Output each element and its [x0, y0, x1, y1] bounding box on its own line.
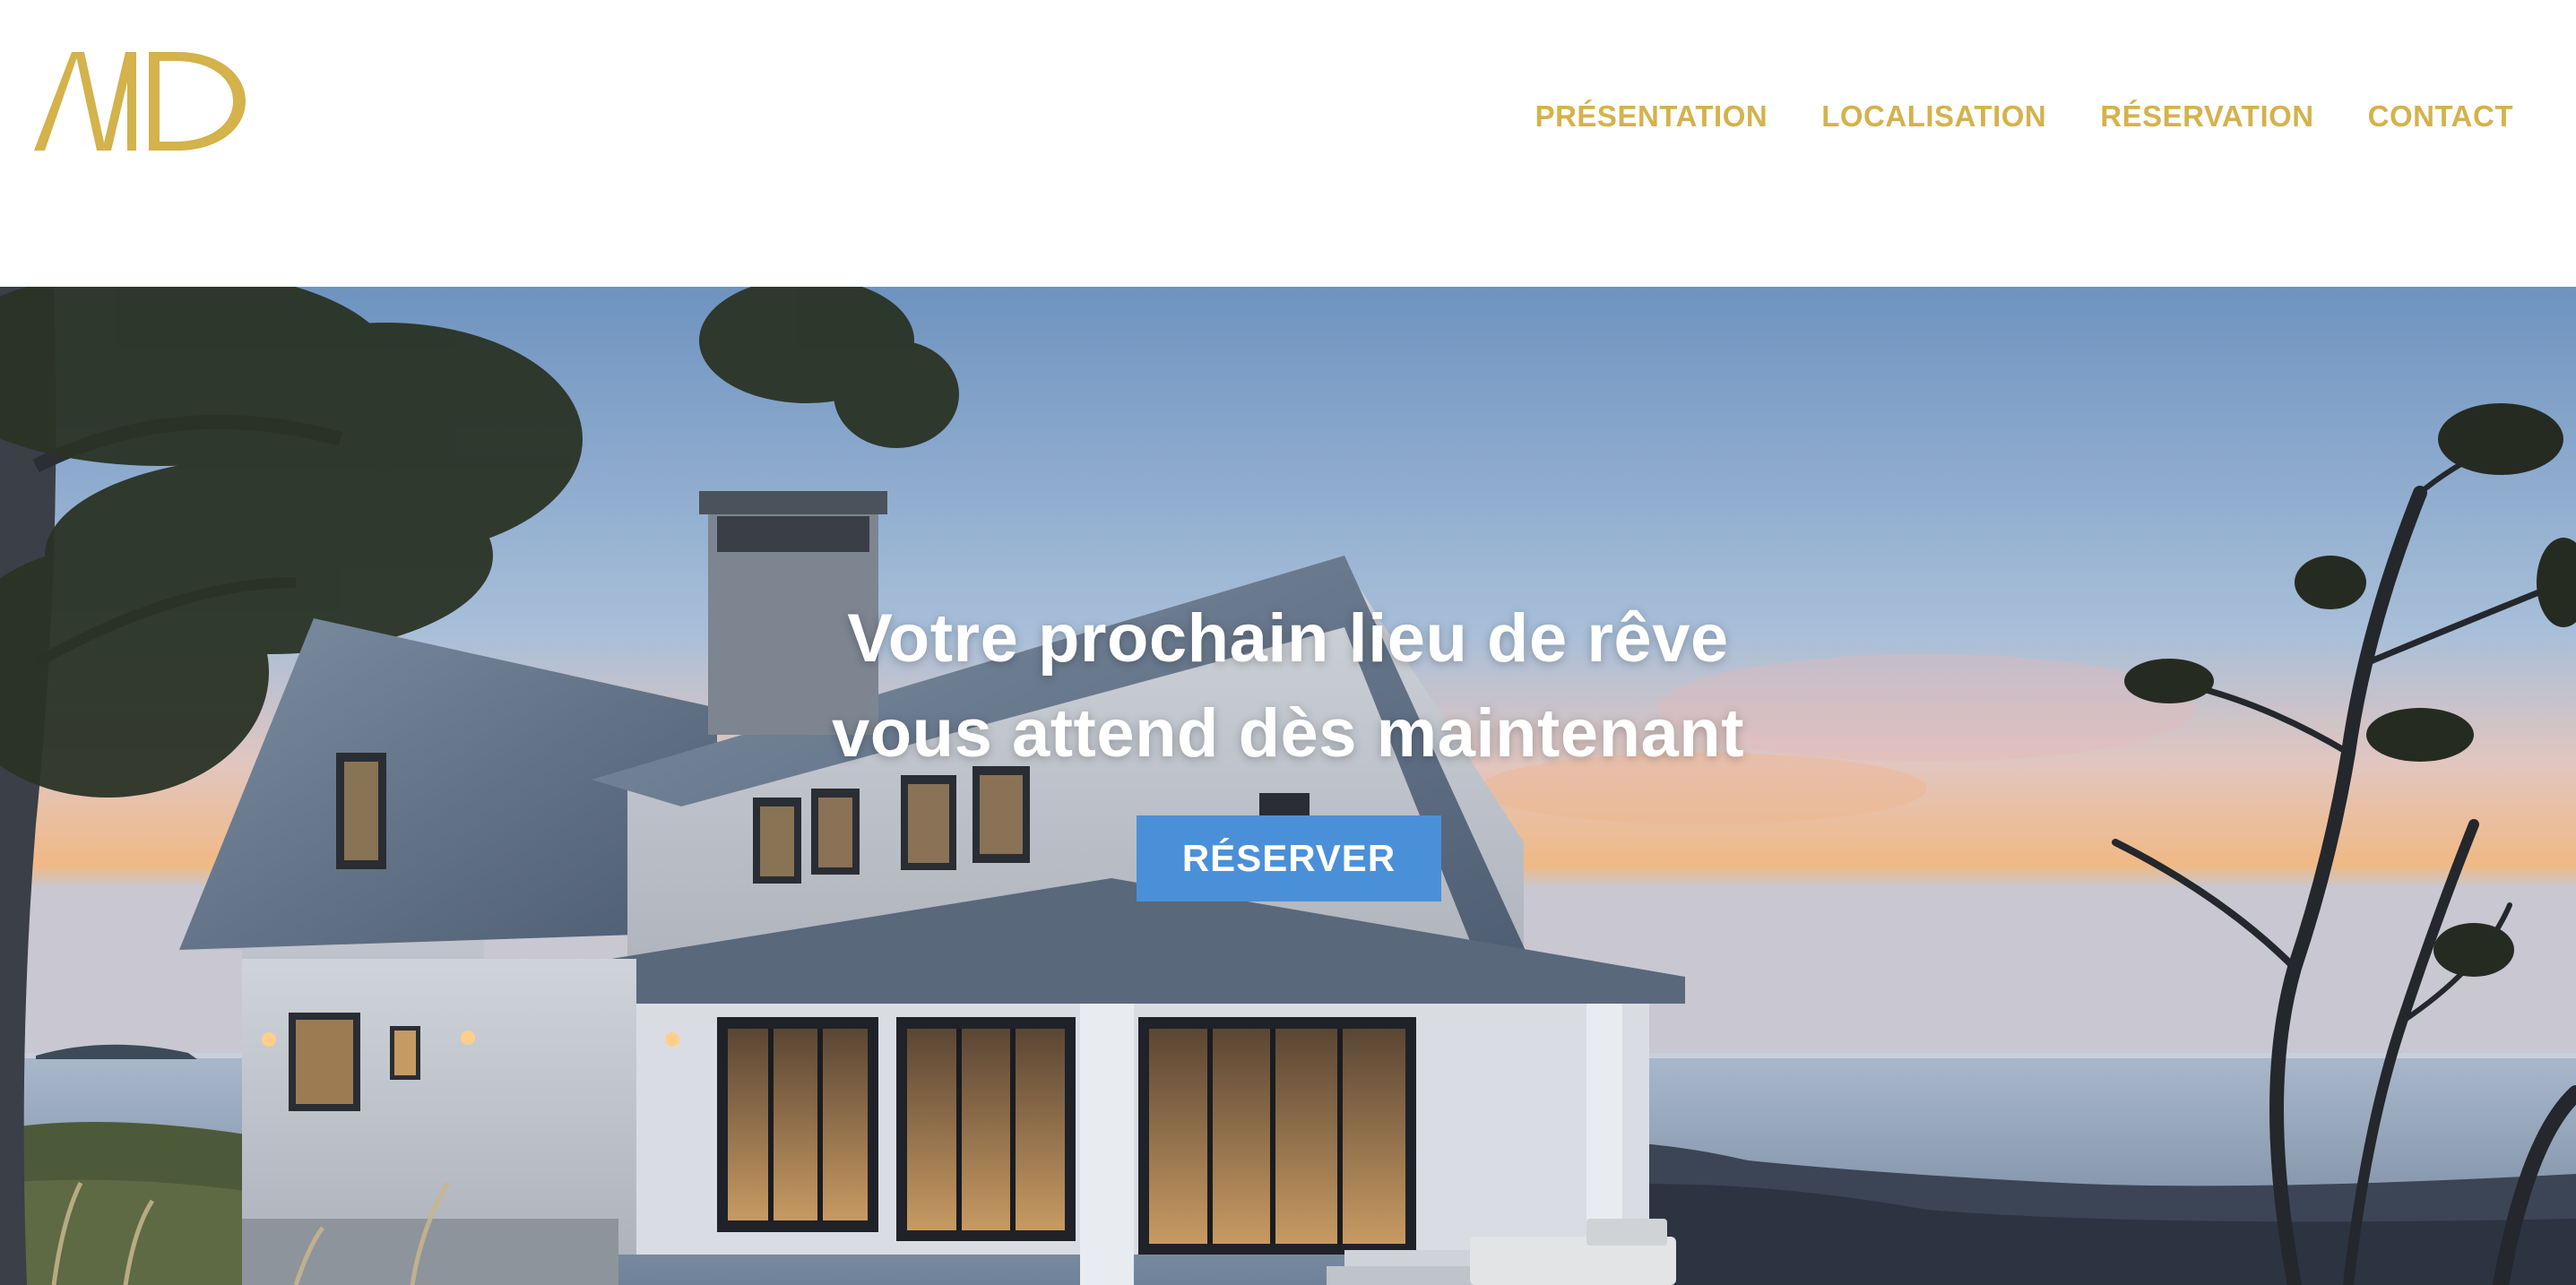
nav-link-contact[interactable]: CONTACT — [2368, 97, 2513, 136]
hero-title-line-2: vous attend dès maintenant — [831, 695, 1745, 772]
hero-title-line-1: Votre prochain lieu de rêve — [847, 600, 1729, 677]
page: PRÉSENTATION LOCALISATION RÉSERVATION CO… — [0, 0, 2576, 1285]
nav-link-presentation[interactable]: PRÉSENTATION — [1535, 97, 1768, 136]
reserve-button[interactable]: RÉSERVER — [1137, 815, 1441, 901]
site-header: PRÉSENTATION LOCALISATION RÉSERVATION CO… — [0, 0, 2576, 287]
main-nav: PRÉSENTATION LOCALISATION RÉSERVATION CO… — [1535, 97, 2513, 136]
nav-link-reservation[interactable]: RÉSERVATION — [2100, 97, 2313, 136]
hero-section: Votre prochain lieu de rêve vous attend … — [0, 287, 2576, 1285]
hero-image — [0, 287, 2576, 1285]
hero-content: Votre prochain lieu de rêve vous attend … — [0, 591, 2576, 781]
brand-logo[interactable] — [34, 47, 246, 151]
nav-link-localisation[interactable]: LOCALISATION — [1821, 97, 2046, 136]
hero-title: Votre prochain lieu de rêve vous attend … — [0, 591, 2576, 781]
md-logo-icon — [34, 52, 246, 151]
